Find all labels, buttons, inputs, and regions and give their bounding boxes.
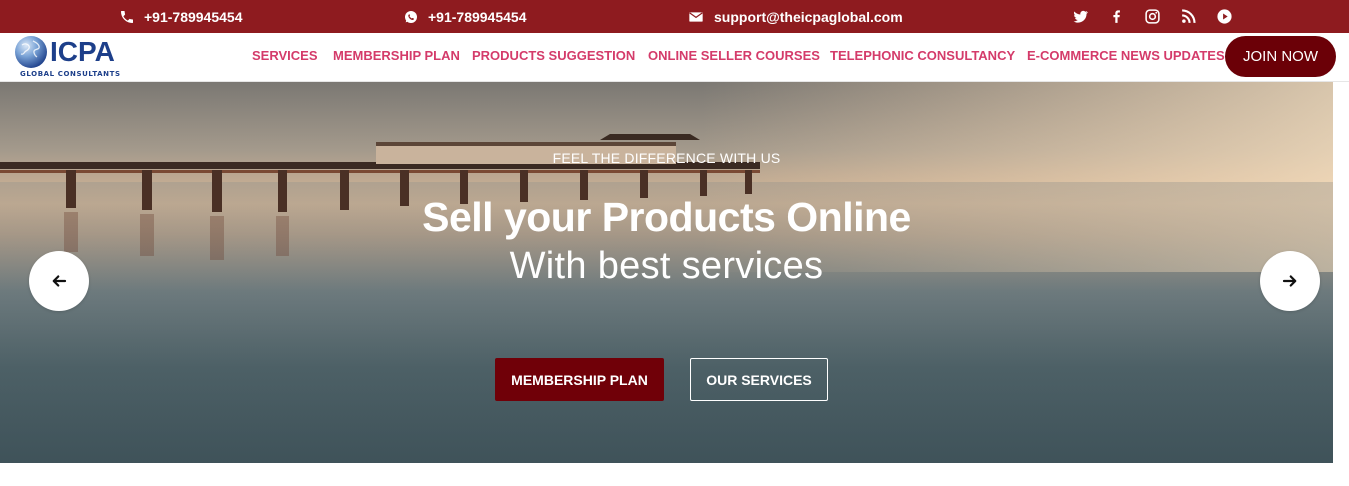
phone-icon	[118, 8, 136, 26]
slider-prev-button[interactable]	[29, 251, 89, 311]
nav-item-membership-plan[interactable]: MEMBERSHIP PLAN	[333, 48, 460, 63]
nav-item-online-seller-courses[interactable]: ONLINE SELLER COURSES	[648, 48, 820, 63]
email-address: support@theicpaglobal.com	[714, 8, 903, 25]
membership-plan-button[interactable]: MEMBERSHIP PLAN	[495, 358, 664, 401]
arrow-left-icon	[52, 275, 67, 287]
phone-number: +91-789945454	[144, 8, 243, 25]
facebook-icon[interactable]	[1106, 6, 1126, 26]
hero-headline: Sell your Products Online	[422, 194, 911, 240]
rss-icon[interactable]	[1178, 6, 1198, 26]
logo-subtext: GLOBAL CONSULTANTS	[20, 70, 121, 78]
phone-contact[interactable]: +91-789945454	[118, 0, 243, 33]
twitter-icon[interactable]	[1070, 6, 1090, 26]
mail-icon	[687, 8, 705, 26]
hero-eyebrow: FEEL THE DIFFERENCE WITH US	[552, 150, 781, 166]
arrow-right-icon	[1282, 275, 1297, 287]
main-header: ICPA GLOBAL CONSULTANTS SERVICES MEMBERS…	[0, 33, 1349, 82]
whatsapp-number: +91-789945454	[428, 8, 527, 25]
top-contact-bar: +91-789945454 +91-789945454 support@thei…	[0, 0, 1349, 33]
join-now-button[interactable]: JOIN NOW	[1225, 36, 1336, 77]
logo-text: ICPA	[50, 36, 115, 67]
nav-item-services[interactable]: SERVICES	[252, 48, 318, 63]
icpa-logo[interactable]: ICPA GLOBAL CONSULTANTS	[14, 35, 134, 79]
email-contact[interactable]: support@theicpaglobal.com	[687, 0, 903, 33]
nav-item-products-suggestion[interactable]: PRODUCTS SUGGESTION	[472, 48, 635, 63]
hero-slider: FEEL THE DIFFERENCE WITH US Sell your Pr…	[0, 82, 1333, 463]
youtube-icon[interactable]	[1214, 6, 1234, 26]
whatsapp-icon	[402, 8, 420, 26]
globe-icon	[15, 36, 47, 68]
nav-item-ecommerce-news-updates[interactable]: E-COMMERCE NEWS UPDATES	[1027, 48, 1225, 63]
our-services-button[interactable]: OUR SERVICES	[690, 358, 828, 401]
nav-item-telephonic-consultancy[interactable]: TELEPHONIC CONSULTANCY	[830, 48, 1015, 63]
instagram-icon[interactable]	[1142, 6, 1162, 26]
whatsapp-contact[interactable]: +91-789945454	[402, 0, 527, 33]
slider-next-button[interactable]	[1260, 251, 1320, 311]
hero-subheadline: With best services	[509, 245, 824, 287]
